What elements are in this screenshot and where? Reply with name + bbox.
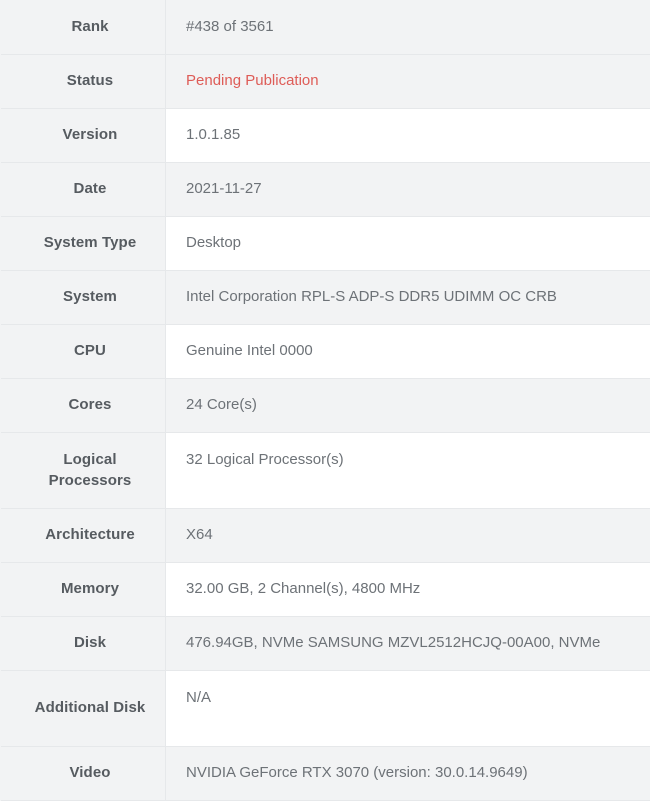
table-row-additional-disk: Additional Disk N/A [1, 670, 650, 746]
row-value-disk: 476.94GB, NVMe SAMSUNG MZVL2512HCJQ-00A0… [166, 616, 650, 670]
row-value-system-type: Desktop [166, 216, 650, 270]
spec-table-body: Rank #438 of 3561 Status Pending Publica… [1, 0, 650, 800]
row-label-date: Date [1, 162, 166, 216]
table-row-rank: Rank #438 of 3561 [1, 0, 650, 54]
row-value-logical-processors: 32 Logical Processor(s) [166, 432, 650, 508]
row-label-video: Video [1, 746, 166, 800]
table-row-memory: Memory 32.00 GB, 2 Channel(s), 4800 MHz [1, 562, 650, 616]
table-row-cores: Cores 24 Core(s) [1, 378, 650, 432]
table-row-system-type: System Type Desktop [1, 216, 650, 270]
table-row-architecture: Architecture X64 [1, 508, 650, 562]
table-row-logical-processors: Logical Processors 32 Logical Processor(… [1, 432, 650, 508]
row-label-logical-processors: Logical Processors [1, 432, 166, 508]
table-row-date: Date 2021-11-27 [1, 162, 650, 216]
system-specification-table: Rank #438 of 3561 Status Pending Publica… [0, 0, 650, 801]
table-row-cpu: CPU Genuine Intel 0000 [1, 324, 650, 378]
table-row-version: Version 1.0.1.85 [1, 108, 650, 162]
row-label-additional-disk: Additional Disk [1, 670, 166, 746]
row-value-status: Pending Publication [166, 54, 650, 108]
row-label-system-type: System Type [1, 216, 166, 270]
row-value-architecture: X64 [166, 508, 650, 562]
row-label-cores: Cores [1, 378, 166, 432]
row-value-rank: #438 of 3561 [166, 0, 650, 54]
row-label-version: Version [1, 108, 166, 162]
row-label-rank: Rank [1, 0, 166, 54]
table-row-status: Status Pending Publication [1, 54, 650, 108]
row-value-video: NVIDIA GeForce RTX 3070 (version: 30.0.1… [166, 746, 650, 800]
row-value-system: Intel Corporation RPL-S ADP-S DDR5 UDIMM… [166, 270, 650, 324]
row-label-architecture: Architecture [1, 508, 166, 562]
row-value-date: 2021-11-27 [166, 162, 650, 216]
row-label-system: System [1, 270, 166, 324]
row-value-cores: 24 Core(s) [166, 378, 650, 432]
row-label-disk: Disk [1, 616, 166, 670]
table-row-system: System Intel Corporation RPL-S ADP-S DDR… [1, 270, 650, 324]
row-value-version: 1.0.1.85 [166, 108, 650, 162]
row-label-cpu: CPU [1, 324, 166, 378]
row-value-additional-disk: N/A [166, 670, 650, 746]
table-row-disk: Disk 476.94GB, NVMe SAMSUNG MZVL2512HCJQ… [1, 616, 650, 670]
row-label-memory: Memory [1, 562, 166, 616]
row-value-memory: 32.00 GB, 2 Channel(s), 4800 MHz [166, 562, 650, 616]
row-value-cpu: Genuine Intel 0000 [166, 324, 650, 378]
table-row-video: Video NVIDIA GeForce RTX 3070 (version: … [1, 746, 650, 800]
row-label-status: Status [1, 54, 166, 108]
